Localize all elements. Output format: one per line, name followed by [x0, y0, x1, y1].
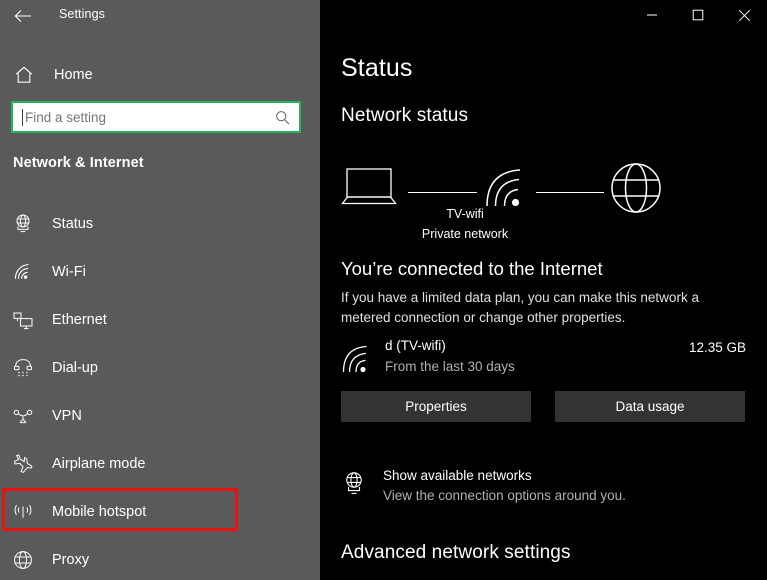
close-button[interactable]	[721, 0, 767, 30]
diagram-connector-left	[408, 192, 477, 193]
sidebar-titlebar: Settings	[0, 0, 320, 32]
minimize-button[interactable]	[629, 0, 675, 30]
vpn-icon	[10, 403, 36, 429]
sidebar-item-dialup[interactable]: Dial-up	[0, 344, 320, 392]
sidebar-item-wifi-label: Wi-Fi	[52, 264, 86, 280]
data-usage-period: From the last 30 days	[385, 359, 515, 374]
data-usage-button[interactable]: Data usage	[555, 391, 745, 422]
data-usage-network-name: d (TV-wifi)	[385, 338, 446, 353]
sidebar-item-wifi[interactable]: Wi-Fi	[0, 248, 320, 296]
search-caret	[22, 108, 23, 126]
search-icon[interactable]	[269, 110, 295, 125]
sidebar: Settings Home Find a setting Network & I…	[0, 0, 320, 580]
show-available-networks-row[interactable]: Show available networks View the connect…	[341, 466, 746, 508]
sidebar-item-status-label: Status	[52, 216, 94, 232]
sidebar-item-airplane-mode-label: Airplane mode	[52, 456, 146, 472]
data-usage-amount: 12.35 GB	[688, 340, 746, 355]
sidebar-item-ethernet[interactable]: Ethernet	[0, 296, 320, 344]
sidebar-item-status[interactable]: Status	[0, 200, 320, 248]
proxy-globe-icon	[10, 547, 36, 573]
sidebar-item-mobile-hotspot[interactable]: Mobile hotspot	[0, 488, 320, 536]
status-globe-monitor-icon	[10, 211, 36, 237]
sidebar-item-home-label: Home	[54, 67, 93, 83]
search-input[interactable]: Find a setting	[25, 110, 269, 125]
sidebar-item-vpn-label: VPN	[52, 408, 82, 424]
ethernet-icon	[10, 307, 36, 333]
show-available-networks-title: Show available networks	[383, 468, 532, 483]
connected-status-heading: You’re connected to the Internet	[341, 258, 603, 279]
sidebar-item-dialup-label: Dial-up	[52, 360, 98, 376]
sidebar-item-home[interactable]: Home	[0, 56, 320, 94]
sidebar-item-proxy[interactable]: Proxy	[0, 536, 320, 580]
main-content: Status Network status TV-wifi Private ne…	[320, 0, 767, 580]
sidebar-item-ethernet-label: Ethernet	[52, 312, 107, 328]
connected-status-description: If you have a limited data plan, you can…	[341, 290, 699, 325]
window-controls	[629, 0, 767, 30]
window-title: Settings	[59, 7, 105, 21]
show-available-networks-subtitle: View the connection options around you.	[383, 488, 626, 503]
diagram-connector-right	[536, 192, 604, 193]
dialup-phone-icon	[10, 355, 36, 381]
sidebar-item-vpn[interactable]: VPN	[0, 392, 320, 440]
back-arrow-icon[interactable]	[11, 5, 35, 27]
properties-button[interactable]: Properties	[341, 391, 531, 422]
airplane-icon	[10, 451, 36, 477]
wifi-icon	[341, 344, 375, 381]
wifi-icon	[10, 259, 36, 285]
sidebar-category-title: Network & Internet	[13, 155, 144, 171]
sidebar-item-proxy-label: Proxy	[52, 552, 90, 568]
advanced-network-settings-heading: Advanced network settings	[341, 542, 571, 563]
page-title: Status	[341, 54, 413, 82]
data-usage-row: d (TV-wifi) From the last 30 days 12.35 …	[341, 338, 746, 384]
network-status-heading: Network status	[341, 105, 469, 126]
mobile-hotspot-icon	[10, 499, 36, 525]
search-box[interactable]: Find a setting	[11, 101, 301, 133]
diagram-network-name: TV-wifi	[446, 207, 484, 221]
sidebar-nav-list: Status Wi-Fi Ethernet Dial-up VPN Airpla…	[0, 200, 320, 580]
globe-icon	[610, 162, 662, 219]
settings-window: Settings Home Find a setting Network & I…	[0, 0, 767, 580]
network-globe-icon	[341, 471, 367, 502]
diagram-network-type: Private network	[421, 227, 509, 241]
sidebar-item-mobile-hotspot-label: Mobile hotspot	[52, 504, 147, 520]
home-icon	[13, 64, 35, 86]
sidebar-item-airplane-mode[interactable]: Airplane mode	[0, 440, 320, 488]
maximize-button[interactable]	[675, 0, 721, 30]
